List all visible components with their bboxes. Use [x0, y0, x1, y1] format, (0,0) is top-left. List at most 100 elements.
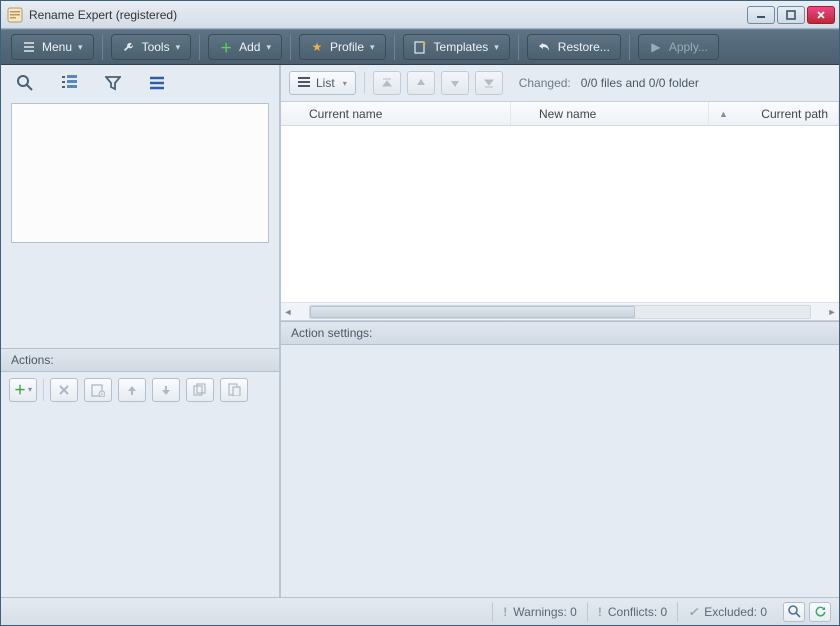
play-icon: ▶	[649, 40, 663, 54]
left-pane: Actions: ＋▾	[1, 65, 281, 597]
plus-icon: ＋	[219, 40, 233, 54]
profile-button[interactable]: ★ Profile ▾	[299, 34, 386, 60]
chevron-down-icon: ▾	[266, 42, 271, 53]
actions-toolbar: ＋▾	[1, 372, 279, 408]
changed-label: Changed:	[519, 76, 571, 90]
toolbar-divider	[102, 34, 103, 60]
tree-view[interactable]	[11, 103, 269, 243]
maximize-button[interactable]	[777, 6, 805, 24]
sort-asc-icon: ▲	[719, 109, 728, 119]
add-button[interactable]: ＋ Add ▾	[208, 34, 282, 60]
content-area: Actions: ＋▾ List ▾ Changed:	[1, 65, 839, 597]
action-add-button[interactable]: ＋▾	[9, 378, 37, 402]
col-current-name-label: Current name	[309, 107, 382, 121]
chevron-down-icon: ▾	[78, 42, 83, 53]
action-delete-button[interactable]	[50, 378, 78, 402]
right-toolbar: List ▾ Changed: 0/0 files and 0/0 folder	[281, 65, 839, 101]
apply-button[interactable]: ▶ Apply...	[638, 34, 719, 60]
window-title: Rename Expert (registered)	[29, 8, 745, 22]
action-settings-label: Action settings:	[291, 326, 372, 340]
action-settings-header: Action settings:	[281, 321, 839, 345]
templates-button[interactable]: Templates ▾	[403, 34, 510, 60]
undo-icon	[538, 40, 552, 54]
status-conflicts-label: Conflicts: 0	[608, 605, 667, 619]
filter-off-icon: ✓	[688, 605, 698, 619]
main-toolbar: Menu ▾ Tools ▾ ＋ Add ▾ ★ Profile ▾ Templ…	[1, 29, 839, 65]
profile-label: Profile	[330, 40, 364, 54]
left-toolbar	[1, 65, 279, 101]
col-current-path-label: Current path	[761, 107, 828, 121]
toolbar-divider	[394, 34, 395, 60]
nav-up-button[interactable]	[407, 71, 435, 95]
action-copy-button[interactable]	[186, 378, 214, 402]
action-move-up-button[interactable]	[118, 378, 146, 402]
menu-button[interactable]: Menu ▾	[11, 34, 94, 60]
filter-icon[interactable]	[99, 71, 127, 95]
chevron-down-icon: ▾	[343, 79, 347, 88]
chevron-down-icon: ▾	[494, 42, 499, 53]
warning-icon: !	[598, 605, 602, 619]
nav-top-button[interactable]	[373, 71, 401, 95]
wrench-icon	[122, 40, 136, 54]
apply-label: Apply...	[669, 40, 708, 54]
actions-header: Actions:	[1, 348, 279, 372]
status-search-button[interactable]	[783, 602, 805, 622]
toolbar-divider	[629, 34, 630, 60]
action-paste-button[interactable]	[220, 378, 248, 402]
status-warnings-label: Warnings: 0	[513, 605, 577, 619]
table-body[interactable]	[281, 126, 839, 302]
status-excluded-label: Excluded: 0	[704, 605, 767, 619]
toolbar-divider	[199, 34, 200, 60]
col-new-name-label: New name	[539, 107, 596, 121]
nav-down-button[interactable]	[441, 71, 469, 95]
templates-icon	[414, 40, 428, 54]
minimize-button[interactable]	[747, 6, 775, 24]
app-icon	[7, 7, 23, 23]
action-move-down-button[interactable]	[152, 378, 180, 402]
title-bar: Rename Expert (registered)	[1, 1, 839, 29]
nav-bottom-button[interactable]	[475, 71, 503, 95]
menu-label: Menu	[42, 40, 72, 54]
restore-label: Restore...	[558, 40, 610, 54]
scroll-track[interactable]	[309, 305, 811, 319]
actions-header-label: Actions:	[11, 353, 54, 367]
status-conflicts[interactable]: ! Conflicts: 0	[587, 602, 677, 622]
chevron-down-icon: ▾	[370, 42, 375, 53]
col-new-name[interactable]: New name	[511, 102, 709, 125]
status-excluded[interactable]: ✓ Excluded: 0	[677, 602, 777, 622]
hamburger-icon	[22, 40, 36, 54]
col-current-path[interactable]: ▲ Current path	[709, 102, 839, 125]
scroll-right-icon[interactable]: ►	[825, 307, 839, 317]
status-warnings[interactable]: ! Warnings: 0	[492, 602, 587, 622]
restore-button[interactable]: Restore...	[527, 34, 621, 60]
toolbar-divider	[290, 34, 291, 60]
changed-value: 0/0 files and 0/0 folder	[581, 76, 699, 90]
status-bar: ! Warnings: 0 ! Conflicts: 0 ✓ Excluded: 0	[1, 597, 839, 625]
list-view-button[interactable]: List ▾	[289, 71, 356, 95]
warning-icon: !	[503, 605, 507, 619]
right-pane: List ▾ Changed: 0/0 files and 0/0 folder…	[281, 65, 839, 597]
horizontal-scrollbar[interactable]: ◄ ►	[281, 302, 839, 320]
status-refresh-button[interactable]	[809, 602, 831, 622]
search-icon[interactable]	[11, 71, 39, 95]
toolbar-divider	[518, 34, 519, 60]
close-button[interactable]	[807, 6, 835, 24]
list-icon[interactable]	[143, 71, 171, 95]
scroll-thumb[interactable]	[310, 306, 635, 318]
star-icon: ★	[310, 40, 324, 54]
action-settings-body	[281, 345, 839, 597]
tools-button[interactable]: Tools ▾	[111, 34, 192, 60]
add-label: Add	[239, 40, 260, 54]
list-view-label: List	[316, 76, 335, 90]
action-clear-button[interactable]	[84, 378, 112, 402]
scroll-left-icon[interactable]: ◄	[281, 307, 295, 317]
chevron-down-icon: ▾	[176, 42, 181, 53]
list-view-icon	[298, 76, 310, 91]
chevron-down-icon: ▾	[28, 385, 32, 394]
tree-expand-icon[interactable]	[55, 71, 83, 95]
tools-label: Tools	[142, 40, 170, 54]
table-header: Current name New name ▲ Current path	[281, 102, 839, 126]
col-current-name[interactable]: Current name	[281, 102, 511, 125]
file-table: Current name New name ▲ Current path ◄ ►	[281, 101, 839, 321]
templates-label: Templates	[434, 40, 489, 54]
